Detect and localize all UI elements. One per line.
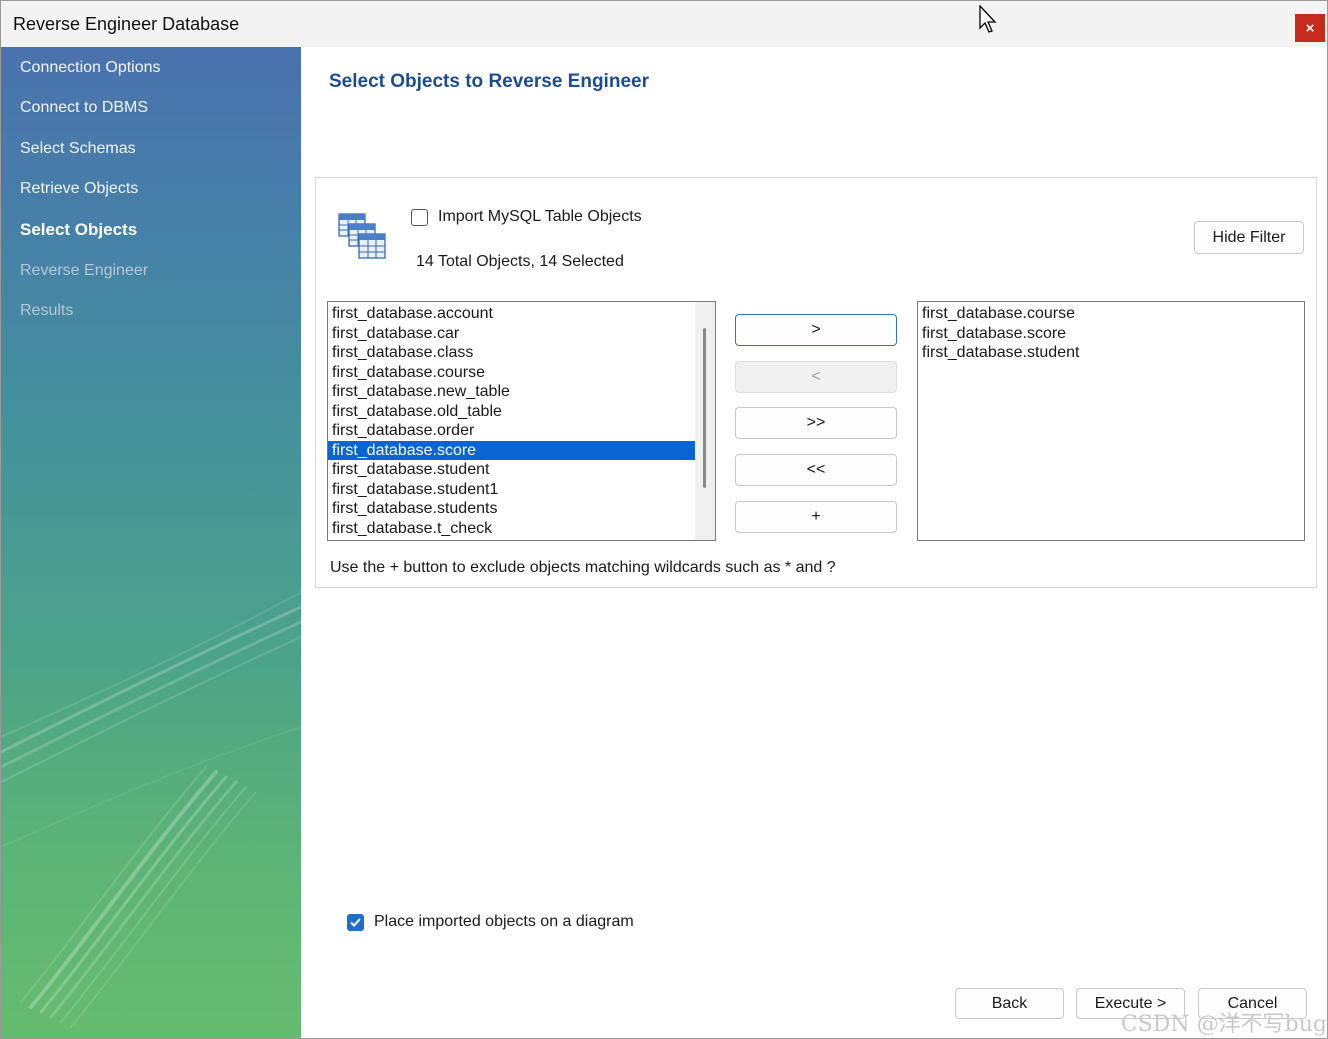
step-connection-options: Connection Options — [20, 59, 161, 76]
step-select-schemas: Select Schemas — [20, 140, 136, 157]
title-bar: Reverse Engineer Database × — [1, 1, 1327, 47]
object-count-text: 14 Total Objects, 14 Selected — [416, 253, 624, 270]
window-title: Reverse Engineer Database — [13, 14, 240, 34]
table-objects-group: Import MySQL Table Objects 14 Total Obje… — [315, 177, 1317, 588]
available-list-item[interactable]: first_database.old_table — [328, 402, 715, 422]
available-list-item[interactable]: first_database.course — [328, 363, 715, 383]
available-list-item[interactable]: first_database.car — [328, 324, 715, 344]
available-objects-list[interactable]: first_database.account first_database.car… — [327, 301, 716, 541]
move-right-button[interactable]: > — [735, 314, 897, 346]
move-all-right-button[interactable]: >> — [735, 407, 897, 439]
place-on-diagram-label: Place imported objects on a diagram — [374, 913, 634, 930]
available-list-scrollbar[interactable] — [695, 302, 715, 540]
available-list-item[interactable]: first_database.score — [328, 440, 715, 460]
available-list-item[interactable]: first_database.class — [328, 343, 715, 363]
step-connect-to-dbms: Connect to DBMS — [20, 99, 149, 116]
page-title: Select Objects to Reverse Engineer — [329, 71, 649, 92]
mouse-cursor-icon — [979, 5, 997, 33]
wizard-steps-sidebar: Connection Options Connect to DBMS Selec… — [1, 47, 301, 1038]
excluded-list-item[interactable]: first_database.student — [918, 343, 1304, 363]
place-on-diagram-checkbox[interactable] — [347, 914, 364, 931]
hide-filter-button[interactable]: Hide Filter — [1194, 221, 1304, 254]
step-select-objects: Select Objects — [20, 220, 138, 239]
main-content: Select Objects to Reverse Engineer Impor… — [302, 47, 1327, 1038]
move-all-left-button[interactable]: << — [735, 454, 897, 486]
import-table-objects-label: Import MySQL Table Objects — [438, 208, 642, 225]
available-list-item[interactable]: first_database.new_table — [328, 382, 715, 402]
close-button[interactable]: × — [1295, 14, 1325, 42]
available-list-item[interactable]: first_database.account — [328, 304, 715, 324]
check-icon — [350, 918, 361, 927]
available-list-item[interactable]: first_database.t_check — [328, 519, 715, 539]
excluded-list-item[interactable]: first_database.course — [918, 304, 1304, 324]
reverse-engineer-dialog: Reverse Engineer Database × Connection O… — [0, 0, 1328, 1039]
available-list-item[interactable]: first_database.students — [328, 499, 715, 519]
excluded-objects-list[interactable]: first_database.course first_database.scor… — [917, 301, 1305, 541]
back-button[interactable]: Back — [955, 988, 1064, 1019]
available-list-item[interactable]: first_database.order — [328, 421, 715, 441]
tables-icon — [338, 213, 386, 259]
available-list-item[interactable]: first_database.student — [328, 460, 715, 480]
watermark: CSDN @洋不写bug — [1120, 1012, 1327, 1037]
import-table-objects-checkbox[interactable] — [411, 209, 428, 226]
excluded-list-item[interactable]: first_database.score — [918, 324, 1304, 344]
wildcard-hint: Use the + button to exclude objects matc… — [330, 559, 836, 576]
available-list-item[interactable]: first_database.student1 — [328, 480, 715, 500]
step-retrieve-objects: Retrieve Objects — [20, 180, 139, 197]
move-left-button[interactable]: < — [735, 361, 897, 393]
scrollbar-thumb[interactable] — [703, 328, 706, 488]
step-results: Results — [20, 302, 74, 319]
step-reverse-engineer: Reverse Engineer — [20, 262, 149, 279]
add-wildcard-button[interactable]: + — [735, 501, 897, 533]
